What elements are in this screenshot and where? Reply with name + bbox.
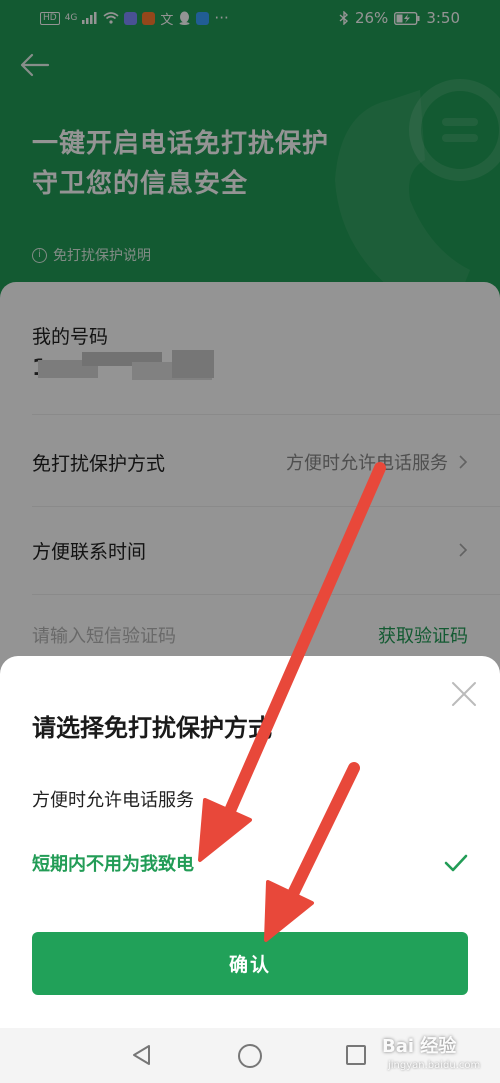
option-label: 短期内不用为我致电 xyxy=(32,854,194,875)
nav-home-icon[interactable] xyxy=(238,1044,262,1068)
checkmark-icon xyxy=(444,854,468,872)
watermark-brand: Bai 经验 xyxy=(382,1036,457,1057)
nav-back-icon[interactable] xyxy=(131,1044,153,1066)
confirm-button[interactable]: 确认 xyxy=(32,932,468,995)
close-icon[interactable] xyxy=(448,678,480,710)
sheet-title: 请选择免打扰保护方式 xyxy=(32,714,272,742)
option-allow-when-convenient[interactable]: 方便时允许电话服务 xyxy=(32,786,468,812)
watermark-url: jingyan.baidu.com xyxy=(388,1060,481,1071)
nav-recents-icon[interactable] xyxy=(346,1045,366,1065)
option-no-calls-short-term[interactable]: 短期内不用为我致电 xyxy=(32,850,468,876)
option-label: 方便时允许电话服务 xyxy=(32,790,194,811)
protection-mode-sheet: 请选择免打扰保护方式 方便时允许电话服务 短期内不用为我致电 确认 xyxy=(0,656,500,1028)
